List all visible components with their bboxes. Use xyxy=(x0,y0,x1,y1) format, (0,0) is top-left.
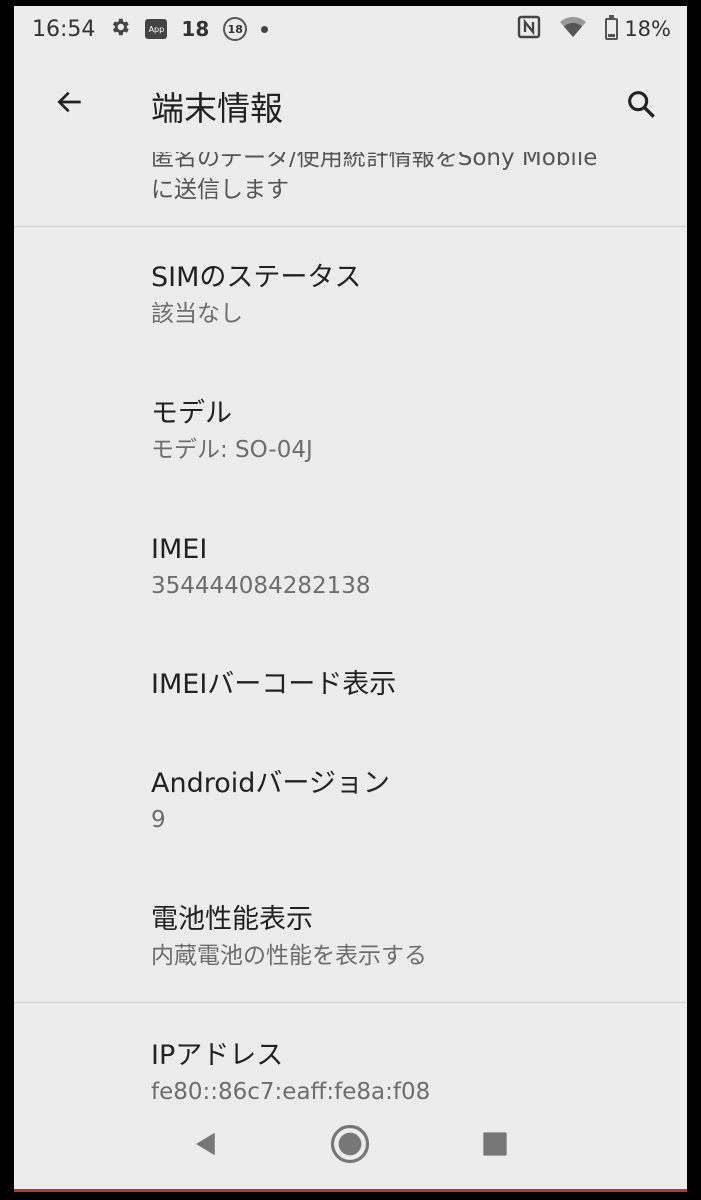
list-item-subtitle: 内蔵電池の性能を表示する xyxy=(151,943,427,969)
list-item-sim-status[interactable]: SIMのステータス 該当なし xyxy=(151,260,671,330)
list-item-title: IMEI xyxy=(151,534,208,565)
arrow-back-icon xyxy=(57,91,81,113)
list-item-imei-barcode[interactable]: IMEIバーコード表示 xyxy=(151,667,671,703)
nav-home-button[interactable] xyxy=(320,1114,380,1174)
list-item-title: IMEIバーコード表示 xyxy=(151,669,397,700)
list-item-title: IPアドレス xyxy=(151,1040,284,1071)
partial-item-line1: 匿名のデータ/使用統計情報をSony Mobile xyxy=(151,152,598,171)
circle-home-icon xyxy=(331,1124,370,1164)
battery-percent: 18% xyxy=(624,17,671,41)
list-item-subtitle: 該当なし xyxy=(151,301,243,327)
nfc-icon xyxy=(517,15,541,44)
app-notification-icon: App xyxy=(145,19,168,39)
battery-icon xyxy=(605,15,619,40)
list-item-subtitle: 9 xyxy=(151,807,166,833)
device-screen: 16:54 App 18 18 18% 端末情報 匿名のデータ/使用統計情報をS… xyxy=(14,6,687,1192)
list-item-title: モデル xyxy=(151,398,232,429)
list-item-title: SIMのステータス xyxy=(151,262,362,293)
navigation-bar xyxy=(14,1099,687,1189)
list-item-title: 電池性能表示 xyxy=(151,904,313,935)
list-item-battery-performance[interactable]: 電池性能表示 内蔵電池の性能を表示する xyxy=(151,902,671,972)
page-title: 端末情報 xyxy=(151,89,283,128)
list-item-title: Androidバージョン xyxy=(151,768,390,799)
list-item-imei[interactable]: IMEI 354444084282138 xyxy=(151,532,671,602)
status-left: 16:54 App 18 18 xyxy=(32,16,269,43)
search-button[interactable] xyxy=(619,82,663,126)
square-recents-icon xyxy=(483,1132,507,1156)
nav-back-button[interactable] xyxy=(176,1114,236,1174)
circle-badge: 18 xyxy=(223,17,248,41)
status-bar: 16:54 App 18 18 18% xyxy=(14,6,687,52)
status-time: 16:54 xyxy=(32,16,96,42)
status-right: 18% xyxy=(517,15,671,44)
more-notifications-dot xyxy=(261,25,269,33)
partial-item-line2: に送信します xyxy=(151,177,289,203)
triangle-back-icon xyxy=(196,1132,215,1156)
divider xyxy=(14,226,687,227)
list-item-ip-address[interactable]: IPアドレス fe80::86c7:eaff:fe8a:f08 xyxy=(151,1038,671,1102)
divider xyxy=(14,1002,687,1003)
app-bar: 端末情報 xyxy=(14,52,687,152)
search-icon xyxy=(628,91,655,118)
battery-group: 18% xyxy=(605,15,671,41)
wifi-icon xyxy=(559,16,587,43)
gear-icon xyxy=(109,16,131,43)
list-item-model[interactable]: モデル モデル: SO-04J xyxy=(151,396,671,466)
nav-recents-button[interactable] xyxy=(465,1114,525,1174)
list-item-subtitle: モデル: SO-04J xyxy=(151,437,313,463)
notification-count: 18 xyxy=(181,17,210,41)
list-item-subtitle: 354444084282138 xyxy=(151,573,371,599)
list-item-partial[interactable]: 匿名のデータ/使用統計情報をSony Mobile に送信します xyxy=(151,152,651,206)
settings-list[interactable]: 匿名のデータ/使用統計情報をSony Mobile に送信します SIMのステー… xyxy=(14,152,687,1102)
list-item-android-version[interactable]: Androidバージョン 9 xyxy=(151,766,671,836)
back-button[interactable] xyxy=(50,82,90,122)
